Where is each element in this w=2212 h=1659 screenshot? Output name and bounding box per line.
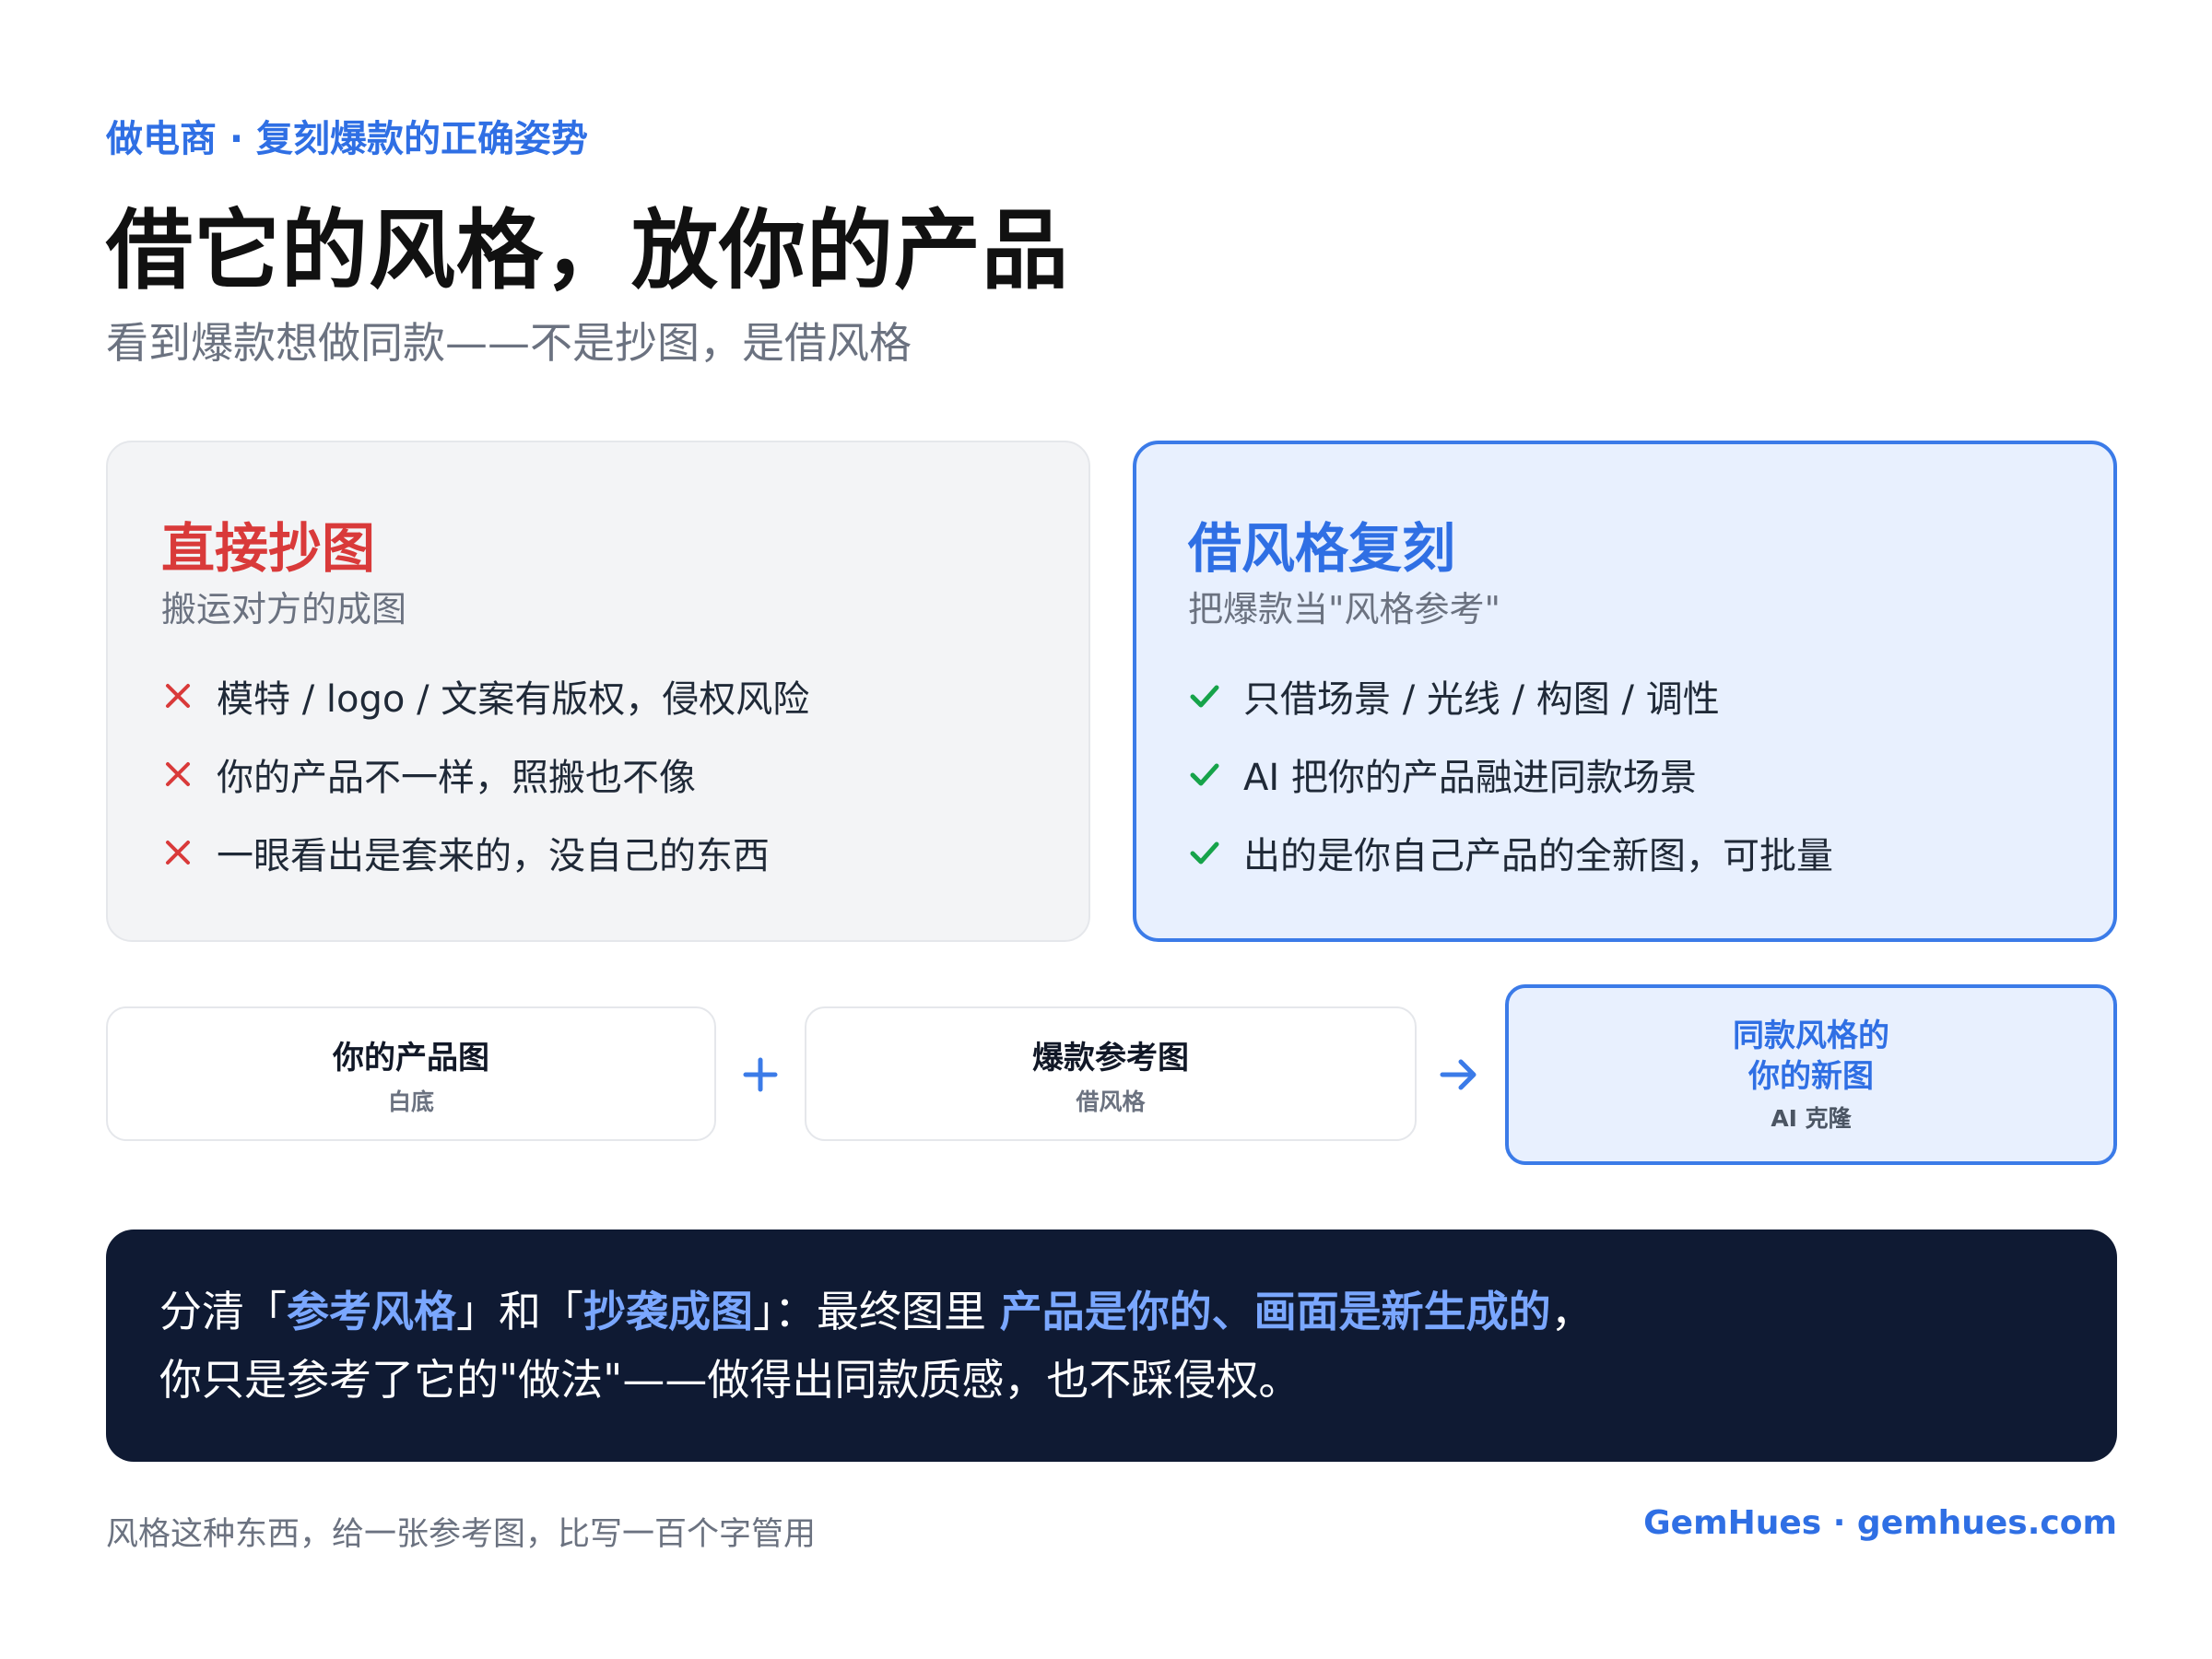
pro-list: 只借场景 / 光线 / 构图 / 调性 AI 把你的产品融进同款场景 出的是你自… xyxy=(1186,656,1833,891)
callout-line-2: 你只是参考了它的"做法"——做得出同款质感，也不踩侵权。 xyxy=(159,1355,1301,1405)
flow-step-sub: 借风格 xyxy=(1076,1088,1146,1115)
list-item: 你的产品不一样，照搬也不像 xyxy=(159,735,809,813)
callout-text: 分清「 xyxy=(159,1287,287,1336)
list-item-text: 只借场景 / 光线 / 构图 / 调性 xyxy=(1243,677,1720,721)
callout-text: 」和「 xyxy=(456,1287,583,1336)
summary-callout: 分清「参考风格」和「抄袭成图」：最终图里 产品是你的、画面是新生成的， 你只是参… xyxy=(106,1230,2117,1462)
flow-step-result-image: 同款风格的 你的新图 AI 克隆 xyxy=(1505,984,2117,1165)
check-icon xyxy=(1190,841,1219,864)
footer-brand-link[interactable]: GemHues · gemhues.com xyxy=(1643,1504,2117,1542)
list-item-text: 出的是你自己产品的全新图，可批量 xyxy=(1243,834,1833,877)
page: 做电商 · 复刻爆款的正确姿势 借它的风格，放你的产品 看到爆款想做同款——不是… xyxy=(106,0,2117,1659)
check-icon xyxy=(1190,685,1219,707)
list-item-text: 模特 / logo / 文案有版权，侵权风险 xyxy=(217,677,810,721)
card-description: 把爆款当"风格参考" xyxy=(1188,589,1500,629)
plus-icon xyxy=(743,1057,778,1092)
callout-text: ， xyxy=(1550,1287,1594,1336)
flow-step-product-image: 你的产品图 白底 xyxy=(106,1006,716,1141)
list-item: 只借场景 / 光线 / 构图 / 调性 xyxy=(1186,656,1833,735)
list-item: 一眼看出是套来的，没自己的东西 xyxy=(159,813,809,891)
flow-step-reference-image: 爆款参考图 借风格 xyxy=(805,1006,1417,1141)
callout-highlight: 参考风格 xyxy=(287,1287,456,1336)
flow-step-sub: 白底 xyxy=(387,1088,434,1115)
callout-text: 」：最终图里 xyxy=(753,1287,1000,1336)
list-item: AI 把你的产品融进同款场景 xyxy=(1186,735,1833,813)
card-title: 直接抄图 xyxy=(161,517,376,580)
con-list: 模特 / logo / 文案有版权，侵权风险 你的产品不一样，照搬也不像 一眼看… xyxy=(159,656,809,891)
cross-icon xyxy=(166,840,190,865)
borrow-style-card: 借风格复刻 把爆款当"风格参考" 只借场景 / 光线 / 构图 / 调性 AI … xyxy=(1133,441,2117,942)
list-item-text: 一眼看出是套来的，没自己的东西 xyxy=(217,834,770,877)
eyebrow: 做电商 · 复刻爆款的正确姿势 xyxy=(106,118,589,160)
callout-highlight: 抄袭成图 xyxy=(583,1287,753,1336)
flow-step-sub: AI 克隆 xyxy=(1771,1105,1852,1132)
flow-step-label: 你的产品图 xyxy=(333,1040,489,1077)
card-description: 搬运对方的成图 xyxy=(161,589,407,629)
flow-step-label: 爆款参考图 xyxy=(1032,1040,1189,1077)
page-title: 借它的风格，放你的产品 xyxy=(106,201,1070,301)
callout-highlight: 产品是你的、画面是新生成的 xyxy=(999,1287,1551,1336)
arrow-right-icon xyxy=(1440,1059,1477,1090)
cross-icon xyxy=(166,683,190,708)
callout-line-1: 分清「参考风格」和「抄袭成图」：最终图里 产品是你的、画面是新生成的， xyxy=(159,1277,2117,1346)
list-item-text: AI 把你的产品融进同款场景 xyxy=(1243,756,1697,799)
check-icon xyxy=(1190,763,1219,785)
flow-step-label: 同款风格的 你的新图 xyxy=(1733,1018,1889,1095)
copy-directly-card: 直接抄图 搬运对方的成图 模特 / logo / 文案有版权，侵权风险 你的产品… xyxy=(106,441,1090,942)
cross-icon xyxy=(166,761,190,786)
page-subtitle: 看到爆款想做同款——不是抄图，是借风格 xyxy=(106,318,912,368)
list-item: 出的是你自己产品的全新图，可批量 xyxy=(1186,813,1833,891)
list-item: 模特 / logo / 文案有版权，侵权风险 xyxy=(159,656,809,735)
list-item-text: 你的产品不一样，照搬也不像 xyxy=(217,756,696,799)
footer-tagline: 风格这种东西，给一张参考图，比写一百个字管用 xyxy=(106,1516,817,1553)
card-title: 借风格复刻 xyxy=(1188,517,1456,580)
